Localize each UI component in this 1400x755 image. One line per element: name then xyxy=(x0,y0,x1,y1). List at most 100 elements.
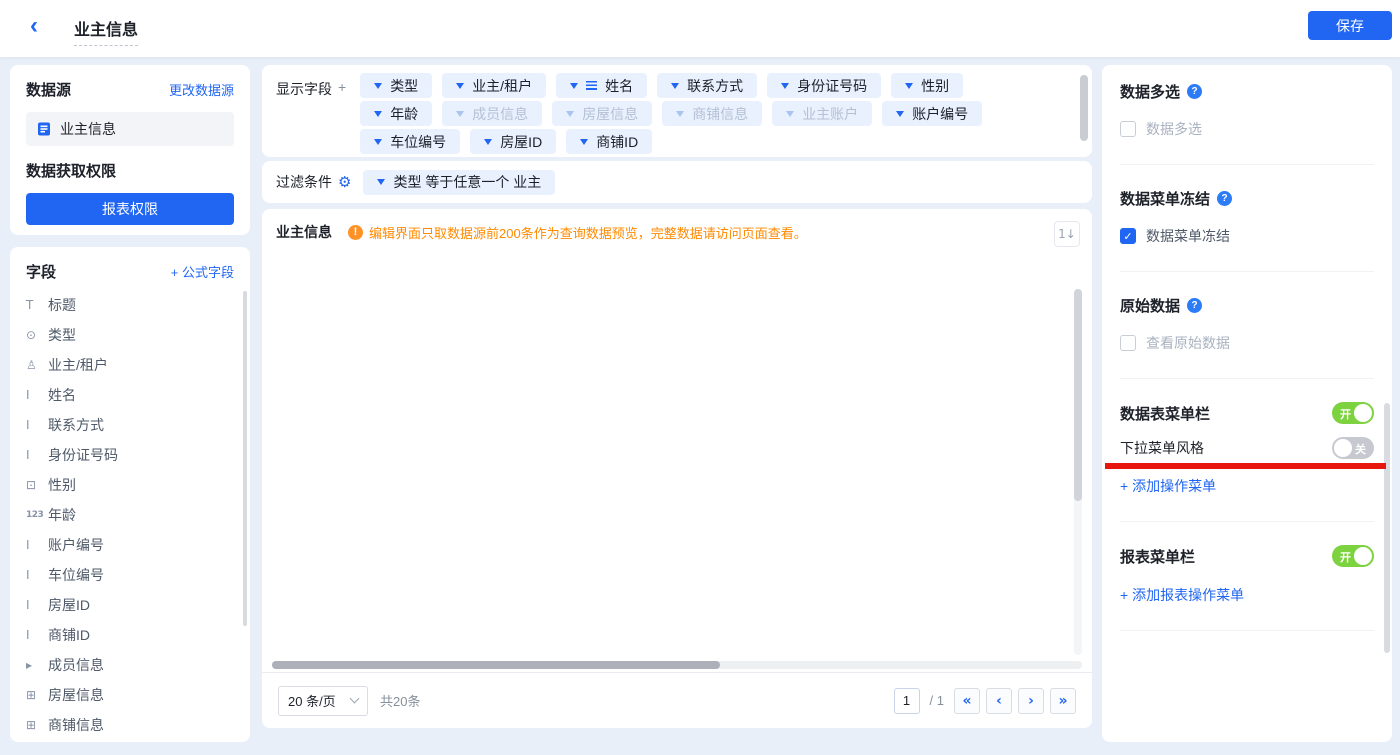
scrollbar-thumb[interactable] xyxy=(272,661,720,669)
field-item[interactable]: 123 年龄 xyxy=(26,500,234,530)
field-label: 业主/租户 xyxy=(48,355,108,375)
filter-panel: 过滤条件 ⚙ 类型 等于任意一个 业主 xyxy=(262,161,1092,203)
number-icon: 123 xyxy=(26,510,48,520)
freeze-checkbox-label: 数据菜单冻结 xyxy=(1146,226,1230,246)
display-field-tag[interactable]: 房屋信息 xyxy=(552,101,652,126)
field-item[interactable]: I 商铺ID xyxy=(26,620,234,650)
datasource-panel: 数据源 更改数据源 业主信息 数据获取权限 报表权限 xyxy=(10,65,250,235)
caret-down-icon xyxy=(570,83,578,89)
table-warning: ! 编辑界面只取数据源前200条作为查询数据预览，完整数据请访问页面查看。 xyxy=(348,223,807,242)
report-menu-toggle[interactable]: 开 xyxy=(1332,545,1374,567)
add-formula-field-link[interactable]: + 公式字段 xyxy=(171,262,234,281)
add-report-menu-link[interactable]: + 添加报表操作菜单 xyxy=(1120,585,1244,605)
display-fields-panel: 显示字段 + 类型 业主/租户 姓名 联系方式 身份证号码 性别 年龄 成员信息… xyxy=(262,65,1092,157)
caret-down-icon xyxy=(905,83,913,89)
display-field-tag[interactable]: 类型 xyxy=(360,73,432,98)
display-field-tag[interactable]: 性别 xyxy=(891,73,963,98)
help-icon[interactable]: ? xyxy=(1187,298,1202,313)
display-field-tag[interactable]: 联系方式 xyxy=(657,73,757,98)
field-item[interactable]: I 账户编号 xyxy=(26,530,234,560)
settings-scrollbar[interactable] xyxy=(1384,403,1390,653)
field-label: 姓名 xyxy=(48,385,76,405)
field-item[interactable]: ⊡ 性别 xyxy=(26,470,234,500)
subtable-icon: ⊞ xyxy=(26,688,48,702)
tag-label: 性别 xyxy=(921,76,949,96)
display-field-tag[interactable]: 车位编号 xyxy=(360,129,460,154)
field-item[interactable]: I 联系方式 xyxy=(26,410,234,440)
field-label: 房屋ID xyxy=(48,595,90,615)
total-count: 共20条 xyxy=(380,691,420,710)
field-item[interactable]: I 车位编号 xyxy=(26,560,234,590)
change-datasource-link[interactable]: 更改数据源 xyxy=(169,80,234,99)
display-fields-scrollbar[interactable] xyxy=(1080,75,1088,141)
field-item[interactable]: ♙ 业主/租户 xyxy=(26,350,234,380)
add-action-menu-link[interactable]: + 添加操作菜单 xyxy=(1120,476,1216,496)
save-button[interactable]: 保存 xyxy=(1308,11,1392,40)
display-field-tag[interactable]: 房屋ID xyxy=(470,129,556,154)
page-title: 业主信息 xyxy=(74,16,138,46)
display-field-tag[interactable]: 身份证号码 xyxy=(767,73,881,98)
display-field-tag[interactable]: 业主账户 xyxy=(772,101,872,126)
display-field-tag[interactable]: 年龄 xyxy=(360,101,432,126)
field-label: 商铺ID xyxy=(48,625,90,645)
raw-data-checkbox[interactable] xyxy=(1120,335,1136,351)
add-display-field-button[interactable]: + xyxy=(338,79,346,95)
field-item[interactable]: ⊙ 类型 xyxy=(26,320,234,350)
field-item[interactable]: I 房屋ID xyxy=(26,590,234,620)
page-number-input[interactable]: 1 xyxy=(894,688,920,714)
report-permission-button[interactable]: 报表权限 xyxy=(26,193,234,225)
display-field-tag[interactable]: 账户编号 xyxy=(882,101,982,126)
field-item[interactable]: T 标题 xyxy=(26,290,234,320)
display-field-tag[interactable]: 姓名 xyxy=(556,73,647,98)
display-field-tag[interactable]: 商铺信息 xyxy=(662,101,762,126)
display-fields-label: 显示字段 xyxy=(276,79,332,99)
field-item[interactable]: ⊞ 房屋信息 xyxy=(26,680,234,710)
table-vertical-scrollbar[interactable] xyxy=(1074,289,1082,655)
first-page-button[interactable]: « xyxy=(954,688,980,714)
multi-select-checkbox[interactable] xyxy=(1120,121,1136,137)
tag-label: 年龄 xyxy=(390,104,418,124)
field-label: 年龄 xyxy=(48,505,76,525)
back-icon[interactable]: ‹ xyxy=(30,11,38,41)
table-menu-toggle[interactable]: 开 xyxy=(1332,402,1374,424)
fields-scrollbar[interactable] xyxy=(243,291,247,626)
sort-tool-button[interactable]: 1↓ xyxy=(1054,221,1080,247)
field-label: 房屋信息 xyxy=(48,685,104,705)
gear-icon[interactable]: ⚙ xyxy=(338,173,351,191)
dropdown-style-toggle[interactable]: 关 xyxy=(1332,437,1374,459)
field-label: 类型 xyxy=(48,325,76,345)
previous-page-button[interactable]: ‹ xyxy=(986,688,1012,714)
field-item[interactable]: ⊞ 商铺信息 xyxy=(26,710,234,740)
page-size-value: 20 条/页 xyxy=(288,691,336,710)
field-item[interactable]: I 身份证号码 xyxy=(26,440,234,470)
tag-label: 房屋信息 xyxy=(582,104,638,124)
scrollbar-thumb[interactable] xyxy=(1074,289,1082,501)
field-item[interactable]: ▸ 成员信息 xyxy=(26,650,234,680)
text-icon: I xyxy=(26,568,48,582)
freeze-checkbox[interactable]: ✓ xyxy=(1120,228,1136,244)
pagination-bar: 20 条/页 共20条 1 / 1 « ‹ › » xyxy=(262,672,1092,728)
help-icon[interactable]: ? xyxy=(1217,191,1232,206)
warning-text: 编辑界面只取数据源前200条作为查询数据预览，完整数据请访问页面查看。 xyxy=(369,223,807,242)
menu-lines-icon xyxy=(586,81,597,90)
field-item[interactable]: I 姓名 xyxy=(26,380,234,410)
datasource-item[interactable]: 业主信息 xyxy=(26,112,234,146)
field-label: 标题 xyxy=(48,295,76,315)
tag-label: 类型 xyxy=(390,76,418,96)
display-field-tag[interactable]: 业主/租户 xyxy=(442,73,546,98)
table-horizontal-scrollbar[interactable] xyxy=(272,661,1082,669)
field-label: 身份证号码 xyxy=(48,445,118,465)
display-field-tag[interactable]: 成员信息 xyxy=(442,101,542,126)
divider xyxy=(1120,378,1374,379)
red-annotation-box xyxy=(1105,463,1386,469)
next-page-button[interactable]: › xyxy=(1018,688,1044,714)
display-field-tag[interactable]: 商铺ID xyxy=(566,129,652,154)
filter-condition-tag[interactable]: 类型 等于任意一个 业主 xyxy=(363,170,555,195)
help-icon[interactable]: ? xyxy=(1187,84,1202,99)
caret-down-icon xyxy=(374,139,382,145)
field-label: 联系方式 xyxy=(48,415,104,435)
field-label: 账户编号 xyxy=(48,535,104,555)
tag-label: 业主/租户 xyxy=(472,76,532,96)
page-size-select[interactable]: 20 条/页 xyxy=(278,686,368,716)
last-page-button[interactable]: » xyxy=(1050,688,1076,714)
